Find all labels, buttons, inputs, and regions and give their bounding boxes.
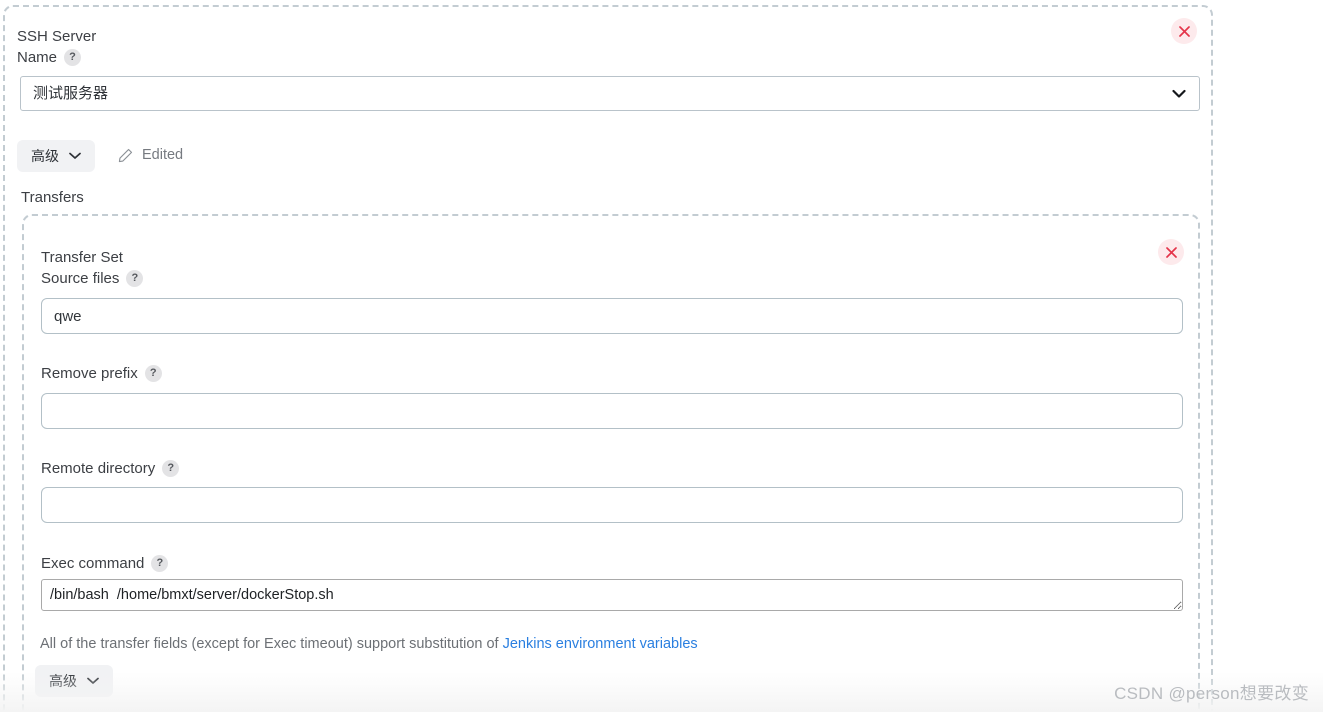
close-icon: [1178, 25, 1190, 37]
remove-prefix-input[interactable]: [41, 393, 1183, 429]
ssh-server-label-line1: SSH Server: [17, 28, 97, 45]
help-text-prefix: All of the transfer fields (except for E…: [40, 636, 503, 652]
source-files-help-icon[interactable]: ?: [126, 270, 144, 287]
exec-command-help-icon[interactable]: ?: [151, 555, 169, 572]
transfer-fields-help-text: All of the transfer fields (except for E…: [40, 636, 698, 652]
remove-prefix-label: Remove prefix?: [41, 363, 162, 384]
ssh-server-name-label: SSH Server Name?: [17, 26, 96, 68]
transfer-set-advanced-button[interactable]: 高级: [35, 665, 113, 697]
chevron-down-icon: [69, 152, 81, 159]
exec-command-textarea[interactable]: /bin/bash /home/bmxt/server/dockerStop.s…: [41, 579, 1183, 611]
transfer-set-advanced-label: 高级: [49, 673, 77, 689]
remote-directory-label: Remote directory?: [41, 458, 180, 479]
close-icon: [1165, 246, 1177, 258]
source-files-input[interactable]: [41, 298, 1183, 334]
source-files-label-text: Source files: [41, 270, 120, 287]
ssh-server-panel: SSH Server Name? 测试服务器 高级 Edited Transfe…: [3, 5, 1213, 712]
delete-ssh-server-button[interactable]: [1171, 18, 1197, 44]
remote-directory-help-icon[interactable]: ?: [162, 460, 180, 477]
exec-command-label: Exec command?: [41, 553, 169, 574]
ssh-publisher-config-panel: SSH Server Name? 测试服务器 高级 Edited Transfe…: [0, 0, 1323, 712]
chevron-down-icon: [87, 677, 99, 684]
delete-transfer-set-button[interactable]: [1158, 239, 1184, 265]
edited-indicator: Edited: [118, 147, 183, 163]
remove-prefix-help-icon[interactable]: ?: [144, 365, 162, 382]
transfer-set-title: Transfer Set: [41, 249, 123, 266]
watermark: CSDN @person想要改变: [1114, 684, 1309, 703]
remove-prefix-label-text: Remove prefix: [41, 365, 138, 382]
ssh-server-advanced-label: 高级: [31, 148, 59, 164]
ssh-server-select-wrapper: 测试服务器: [20, 76, 1200, 111]
transfers-heading: Transfers: [21, 189, 84, 206]
ssh-server-name-help-icon[interactable]: ?: [64, 49, 82, 66]
jenkins-environment-variables-link[interactable]: Jenkins environment variables: [503, 636, 698, 652]
remote-directory-input[interactable]: [41, 487, 1183, 523]
source-files-label: Transfer Set Source files?: [41, 247, 144, 289]
exec-command-label-text: Exec command: [41, 555, 145, 572]
ssh-server-advanced-button[interactable]: 高级: [17, 140, 95, 172]
pencil-icon: [118, 148, 133, 162]
ssh-server-label-line2: Name: [17, 49, 58, 66]
remote-directory-label-text: Remote directory: [41, 460, 156, 477]
ssh-server-select[interactable]: 测试服务器: [20, 76, 1200, 111]
edited-label: Edited: [142, 147, 184, 163]
